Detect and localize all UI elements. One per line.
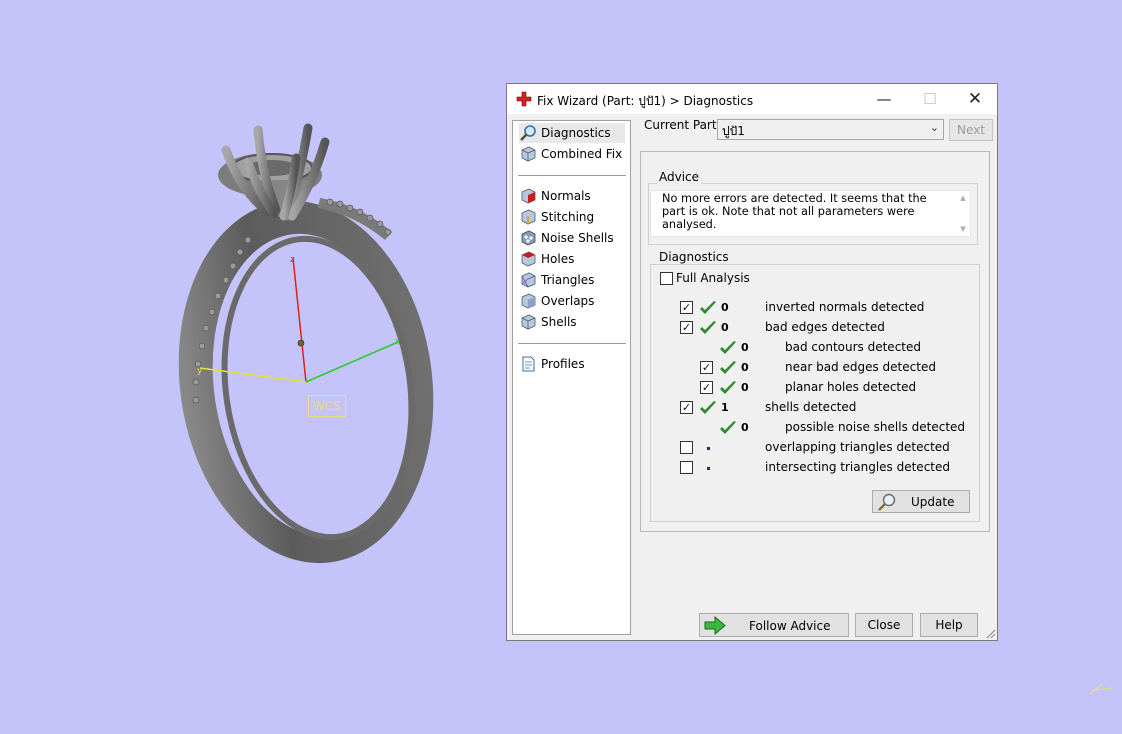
magnifier-icon [878,493,896,511]
fix-wizard-dialog: Fix Wizard (Part: ปูปั1) > Diagnostics —… [506,83,998,641]
nav-label: Stitching [541,210,595,224]
green-check-icon [720,341,736,354]
document-icon [522,356,535,372]
inverted-normals-label: inverted normals detected [765,300,925,314]
current-part-value: ปูปั1 [722,124,745,138]
near-bad-edges-count: 0 [741,361,749,374]
shells-label: shells detected [765,400,857,414]
shells-checkbox[interactable]: ✓ [680,401,693,414]
near-bad-edges-checkbox[interactable]: ✓ [700,361,713,374]
intersecting-triangles-checkbox[interactable] [680,461,693,474]
nav-divider [518,343,626,344]
full-analysis-checkbox[interactable] [660,272,673,285]
nav-label: Profiles [541,357,585,371]
nav-item-combined-fix[interactable]: Combined Fix [519,144,625,164]
pending-dot-icon [707,467,710,470]
stitching-cube-icon [521,209,536,225]
follow-advice-button[interactable]: Follow Advice [699,613,849,637]
advice-text: No more errors are detected. It seems th… [662,192,927,231]
bad-contours-count: 0 [741,341,749,354]
pending-dot-icon [707,447,710,450]
noise-shells-count: 0 [741,421,749,434]
green-check-icon [700,321,716,334]
current-part-label: Current Part: [644,118,721,132]
normals-cube-icon [521,188,536,204]
nav-divider [518,175,626,176]
nav-item-profiles[interactable]: Profiles [519,354,625,374]
bad-edges-count: 0 [721,321,729,334]
green-check-icon [720,421,736,434]
green-check-icon [700,401,716,414]
resize-grip-icon[interactable] [986,629,996,639]
intersecting-triangles-label: intersecting triangles detected [765,460,950,474]
x-axis-label: x [395,337,401,347]
green-check-icon [720,381,736,394]
wcs-label: WCS [308,395,346,417]
minimize-button[interactable]: — [861,84,907,114]
maximize-button[interactable]: ☐ [907,84,953,114]
planar-holes-label: planar holes detected [785,380,917,394]
z-axis-label: z [290,255,295,265]
advice-group-title: Advice [657,170,702,184]
cube-icon [521,146,536,162]
current-part-select[interactable]: ปูปั1 ⌄ [717,119,944,140]
nav-item-overlaps[interactable]: Overlaps [519,291,625,311]
shells-count: 1 [721,401,729,414]
nav-item-normals[interactable]: Normals [519,186,625,206]
help-button[interactable]: Help [920,613,978,637]
close-button[interactable]: Close [855,613,913,637]
magnifier-icon [520,125,536,141]
nav-label: Noise Shells [541,231,614,245]
planar-holes-count: 0 [741,381,749,394]
update-button[interactable]: Update [872,490,970,513]
follow-advice-label: Follow Advice [749,619,831,633]
planar-holes-checkbox[interactable]: ✓ [700,381,713,394]
close-window-button[interactable]: ✕ [952,84,998,114]
advice-textbox: No more errors are detected. It seems th… [650,190,971,237]
nav-item-shells[interactable]: Shells [519,312,625,332]
holes-cube-icon [521,251,536,267]
diagnostics-group-title: Diagnostics [657,250,731,264]
nav-item-triangles[interactable]: Triangles [519,270,625,290]
nav-item-diagnostics[interactable]: Diagnostics [519,123,625,143]
inverted-normals-count: 0 [721,301,729,314]
scroll-up-arrow-icon[interactable]: ▲ [958,194,968,202]
nav-label: Shells [541,315,577,329]
noise-shells-label: possible noise shells detected [785,420,966,434]
nav-label: Overlaps [541,294,595,308]
nav-item-holes[interactable]: Holes [519,249,625,269]
y-axis-label: y [197,366,203,376]
next-button[interactable]: Next [949,119,993,141]
green-check-icon [720,361,736,374]
chevron-down-icon: ⌄ [929,121,939,134]
nav-label: Holes [541,252,575,266]
title-bar[interactable]: Fix Wizard (Part: ปูปั1) > Diagnostics —… [507,84,997,114]
nav-item-noise-shells[interactable]: Noise Shells [519,228,625,248]
bad-contours-label: bad contours detected [785,340,921,354]
inverted-normals-checkbox[interactable]: ✓ [680,301,693,314]
noise-shells-icon [521,230,536,246]
bad-edges-checkbox[interactable]: ✓ [680,321,693,334]
shells-cube-icon [521,314,536,330]
nav-label: Normals [541,189,591,203]
nav-label: Combined Fix [541,147,623,161]
full-analysis-label: Full Analysis [676,271,750,285]
green-check-icon [700,301,716,314]
scroll-down-arrow-icon[interactable]: ▼ [958,225,968,233]
update-label: Update [911,495,955,509]
overlapping-triangles-label: overlapping triangles detected [765,440,950,454]
overlapping-triangles-checkbox[interactable] [680,441,693,454]
green-arrow-icon [704,616,726,635]
triangles-cube-icon [521,272,536,288]
nav-label: Triangles [541,273,595,287]
red-cross-icon [516,91,532,107]
bad-edges-label: bad edges detected [765,320,885,334]
overlaps-cube-icon [521,293,536,309]
window-title: Fix Wizard (Part: ปูปั1) > Diagnostics [537,94,754,108]
nav-label: Diagnostics [541,126,611,140]
nav-item-stitching[interactable]: Stitching [519,207,625,227]
wizard-nav: Diagnostics Combined Fix Normals Stitchi… [512,120,631,635]
near-bad-edges-label: near bad edges detected [785,360,936,374]
